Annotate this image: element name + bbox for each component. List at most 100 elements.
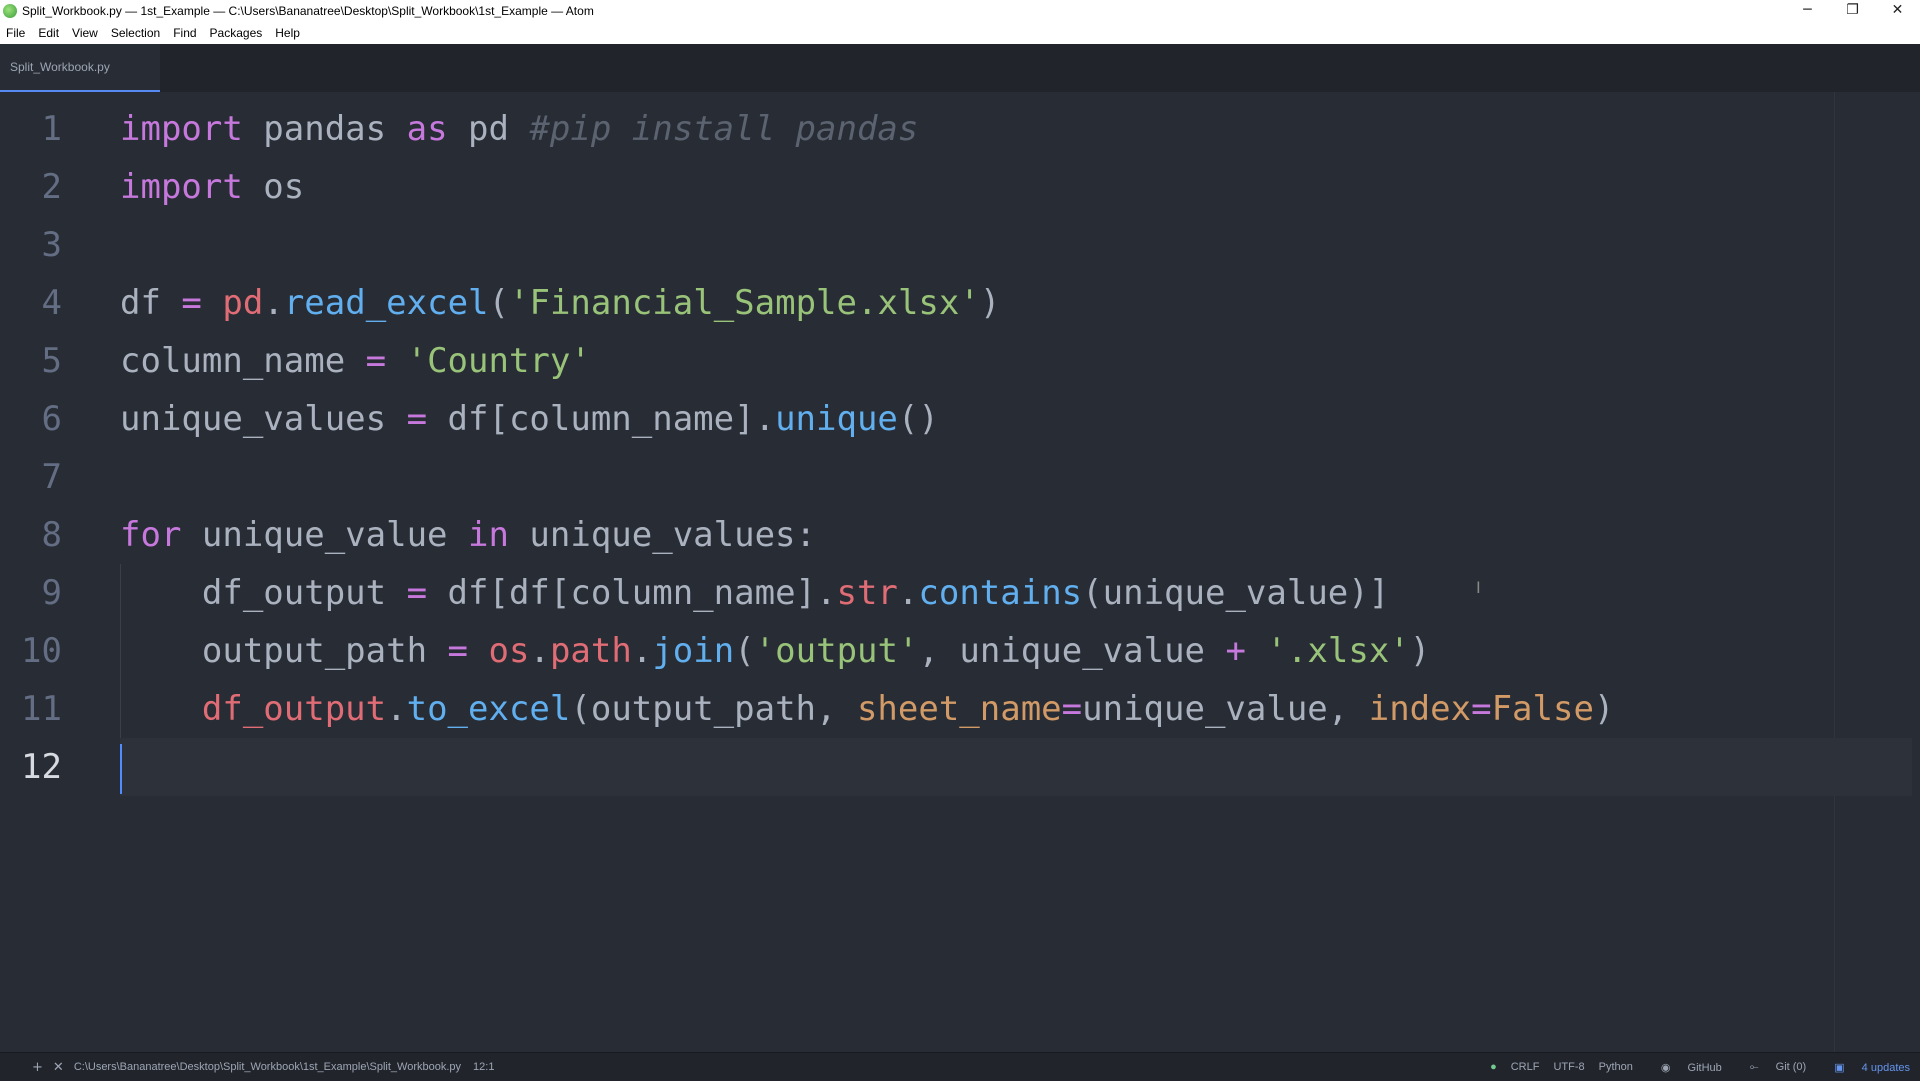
code-text: . [386,689,407,729]
code-editor[interactable]: 1 2 3 4 5 6 7 8 9 10 11 12 import pandas… [0,92,1920,1052]
line-number-active: 12 [21,747,62,787]
line-number: 5 [41,341,62,381]
github-icon: ◉ [1660,1061,1674,1074]
menu-view[interactable]: View [66,22,105,44]
operator: + [1225,631,1246,671]
code-text: . [263,283,284,323]
line-number-gutter[interactable]: 1 2 3 4 5 6 7 8 9 10 11 12 [0,100,90,796]
code-text: . [631,631,653,671]
code-text: ) [1593,689,1615,729]
code-text: ) [1409,631,1431,671]
keyword: as [406,109,448,149]
code-line-1[interactable]: import pandas as pd #pip install pandas [120,100,1920,158]
function-name: contains [918,573,1083,613]
code-text: ( [734,631,755,671]
operator: = [447,631,469,671]
code-line-10[interactable]: output_path = os.path.join('output', uni… [120,622,1920,680]
code-line-2[interactable]: import os [120,158,1920,216]
git-branch-icon: ⟜ [1749,1060,1762,1073]
code-text: column_name [120,341,366,381]
git-button[interactable]: ⟜ Git (0) [1736,1061,1806,1074]
code-text: . [897,573,919,613]
object-name: os [488,631,530,671]
line-number: 10 [21,631,62,671]
status-bar-right: ● CRLF UTF-8 Python ◉ GitHub ⟜ Git (0) ▣… [1476,1053,1910,1081]
operator: = [1061,689,1083,729]
code-line-8[interactable]: for unique_value in unique_values: [120,506,1920,564]
status-bar: + ✕ C:\Users\Bananatree\Desktop\Split_Wo… [0,1052,1920,1081]
restore-button[interactable]: ❐ [1830,0,1875,22]
close-icon[interactable]: ✕ [53,1060,64,1075]
code-text: unique_values [120,399,407,439]
github-button[interactable]: ◉ GitHub [1647,1061,1722,1074]
operator: = [181,283,202,323]
constant: False [1491,689,1594,729]
line-number: 6 [41,399,62,439]
code-line-4[interactable]: df = pd.read_excel('Financial_Sample.xls… [120,274,1920,332]
string-literal: 'Country' [406,341,591,381]
atom-app-icon [3,4,17,18]
code-text: df[df[column_name]. [427,573,837,613]
keyword: import [120,167,243,207]
string-literal: 'Financial_Sample.xlsx' [509,283,980,323]
code-line-5[interactable]: column_name = 'Country' [120,332,1920,390]
menu-packages[interactable]: Packages [204,22,270,44]
line-number: 4 [41,283,62,323]
code-text: pd [447,109,530,149]
updates-label: 4 updates [1861,1061,1910,1074]
keyword: in [468,515,509,555]
function-name: to_excel [406,689,571,729]
updates-button[interactable]: ▣ 4 updates [1820,1061,1910,1074]
code-text: output_path [201,631,448,671]
keyword-argument: index [1368,689,1472,729]
line-ending[interactable]: CRLF [1511,1061,1540,1073]
menu-selection[interactable]: Selection [105,22,167,44]
menu-edit[interactable]: Edit [32,22,66,44]
code-line-12[interactable] [120,738,1912,796]
grammar[interactable]: Python [1599,1061,1633,1073]
status-bar-left: + ✕ C:\Users\Bananatree\Desktop\Split_Wo… [0,1060,494,1075]
tab-split-workbook[interactable]: Split_Workbook.py [0,44,160,92]
window-title: Split_Workbook.py — 1st_Example — C:\Use… [22,4,594,18]
mouse-ibeam-cursor-icon: I [1476,578,1481,597]
git-label: Git (0) [1775,1060,1807,1073]
code-line-9[interactable]: df_output = df[df[column_name].str.conta… [120,564,1920,622]
code-text: df[column_name]. [427,399,776,439]
line-number: 3 [41,225,62,265]
line-number: 9 [41,573,62,613]
code-line-11[interactable]: df_output.to_excel(output_path, sheet_na… [120,680,1920,738]
file-path[interactable]: C:\Users\Bananatree\Desktop\Split_Workbo… [74,1061,461,1073]
code-text: ) [979,283,1001,323]
window-controls: ─ ❐ ✕ [1785,0,1920,22]
operator: = [365,341,387,381]
code-text: (output_path, [570,689,857,729]
menu-file[interactable]: File [0,22,32,44]
code-lines[interactable]: import pandas as pd #pip install pandas … [120,100,1920,796]
close-button[interactable]: ✕ [1875,0,1920,22]
function-name: unique [775,399,898,439]
line-number: 8 [41,515,62,555]
code-line-7[interactable] [120,448,1920,506]
menu-help[interactable]: Help [269,22,307,44]
add-icon[interactable]: + [32,1060,43,1075]
keyword-argument: sheet_name [856,689,1062,729]
code-line-3[interactable] [120,216,1920,274]
keyword: import [120,109,243,149]
code-text: (unique_value)] [1082,573,1390,613]
code-text: df [120,283,182,323]
code-line-6[interactable]: unique_values = df[column_name].unique() [120,390,1920,448]
code-text: . [529,631,550,671]
function-name: read_excel [283,283,489,323]
encoding[interactable]: UTF-8 [1553,1061,1584,1073]
minimize-button[interactable]: ─ [1785,0,1830,22]
cursor-position[interactable]: 12:1 [473,1061,494,1073]
status-dot-icon: ● [1490,1061,1497,1073]
code-text: pandas [242,109,407,149]
menu-find[interactable]: Find [167,22,203,44]
code-text: , unique_value [918,631,1226,671]
object-name: path [549,631,632,671]
line-number: 7 [41,457,62,497]
